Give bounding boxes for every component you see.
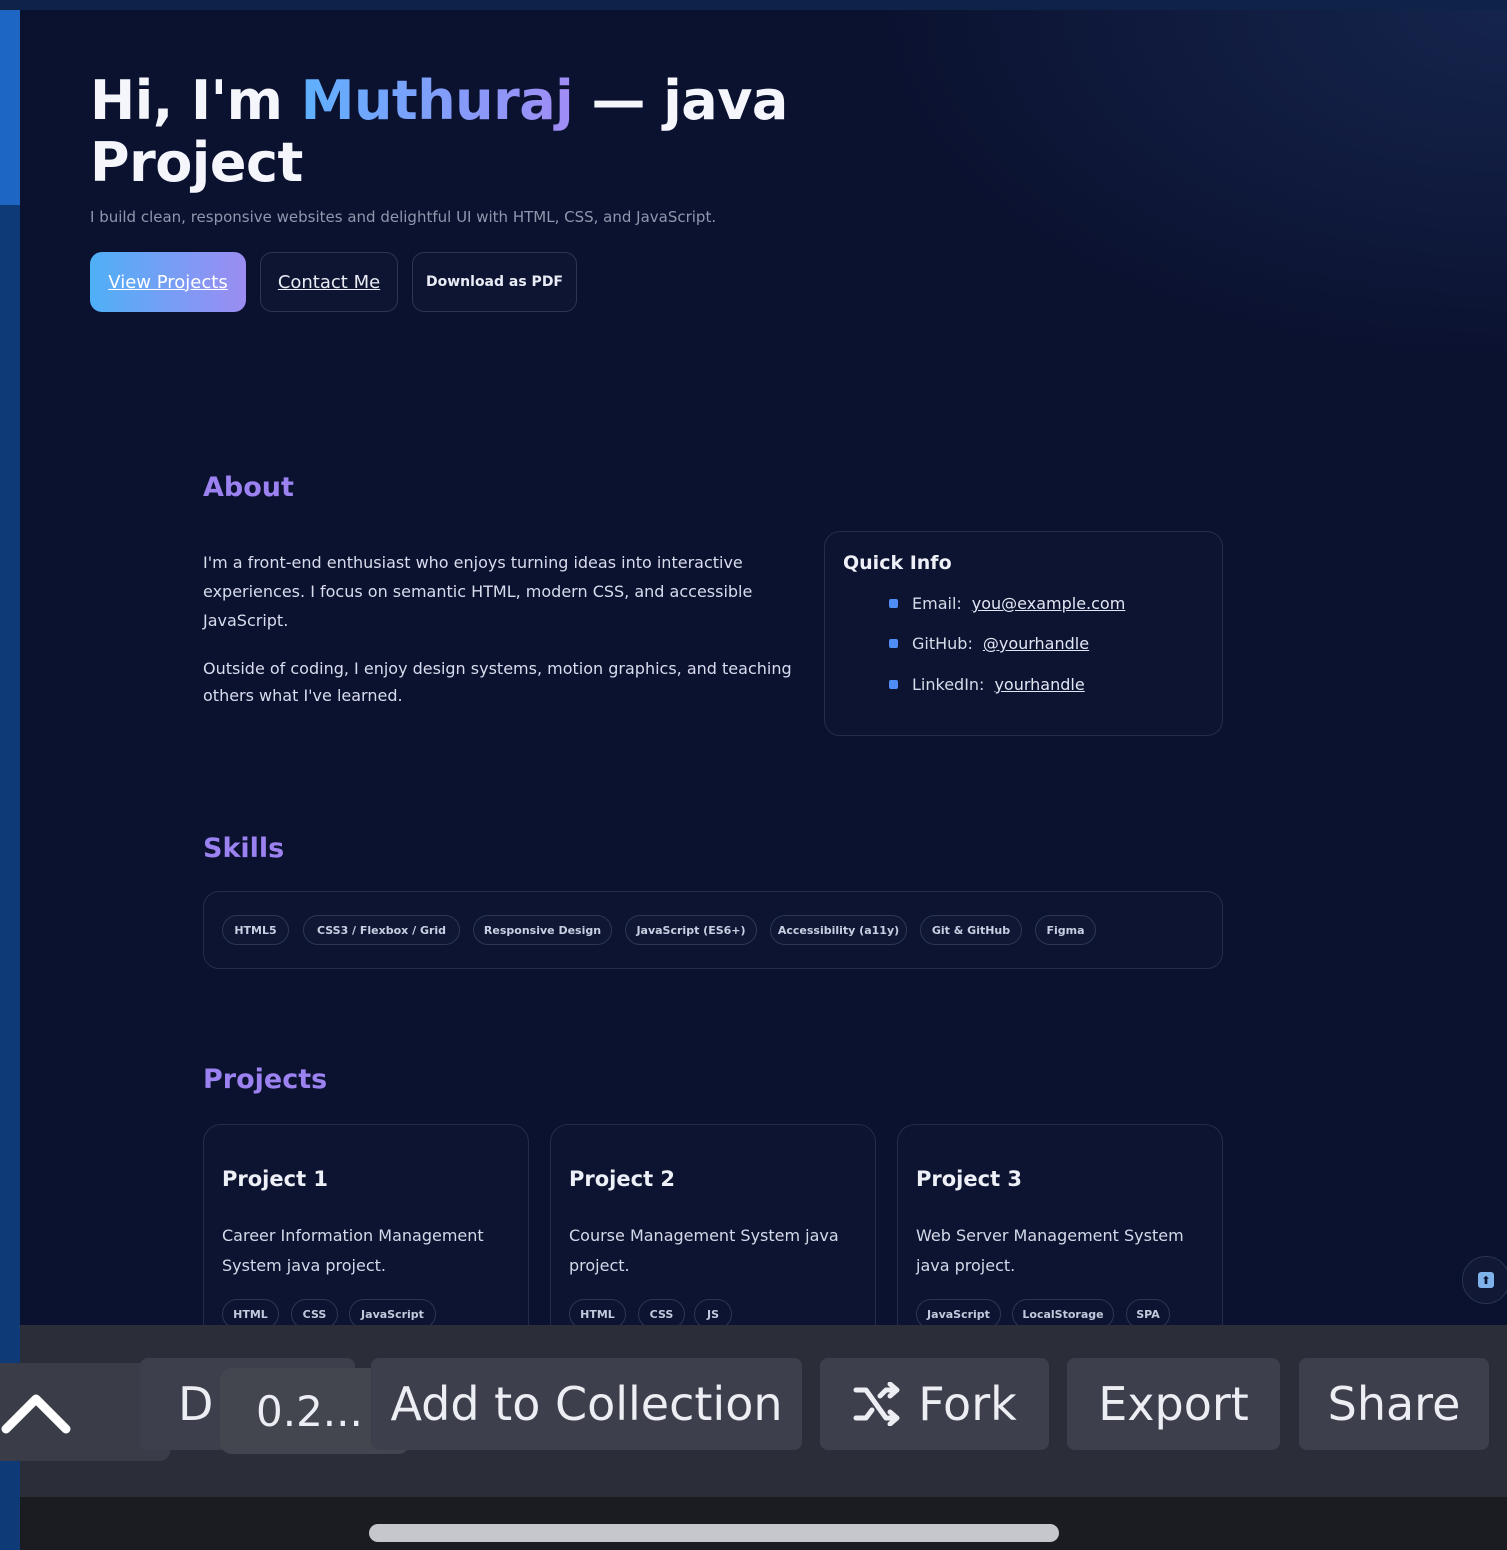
fork-icon xyxy=(852,1382,902,1426)
project-description: Web Server Management System java projec… xyxy=(916,1226,1184,1275)
project-tag: LocalStorage xyxy=(1012,1299,1114,1325)
project-card-1[interactable]: Project 1 Career Information Management … xyxy=(203,1124,529,1325)
project-tag: JavaScript xyxy=(916,1299,1001,1325)
skill-chip: Figma xyxy=(1035,915,1096,945)
bullet-icon xyxy=(889,639,898,648)
hero-name: Muthuraj xyxy=(300,69,574,132)
bullet-icon xyxy=(889,680,898,689)
email-link[interactable]: you@example.com xyxy=(972,594,1126,613)
quick-info-github-label: GitHub: xyxy=(912,634,973,653)
project-title: Project 2 xyxy=(569,1167,676,1191)
hero-title: Hi, I'm Muthuraj — java Project xyxy=(90,70,850,194)
project-tag: JS xyxy=(694,1299,732,1325)
project-tag: SPA xyxy=(1126,1299,1170,1325)
back-to-top-button[interactable]: ⬆ xyxy=(1462,1256,1507,1304)
project-card-3[interactable]: Project 3 Web Server Management System j… xyxy=(897,1124,1223,1325)
quick-info-linkedin-label: LinkedIn: xyxy=(912,675,985,694)
left-edge-strip xyxy=(0,0,20,1550)
about-paragraph-2: Outside of coding, I enjoy design system… xyxy=(203,659,792,705)
hero-title-suffix: — java xyxy=(573,69,788,132)
skill-chip: Git & GitHub xyxy=(920,915,1022,945)
hero-title-prefix: Hi, I'm xyxy=(90,69,301,132)
quick-info-linkedin: LinkedIn: yourhandle xyxy=(889,675,1085,694)
arrow-up-icon: ⬆ xyxy=(1478,1272,1494,1288)
fork-button[interactable]: Fork xyxy=(820,1358,1049,1450)
skills-heading: Skills xyxy=(203,833,285,864)
view-projects-button[interactable]: View Projects xyxy=(90,252,246,312)
bullet-icon xyxy=(889,599,898,608)
share-button[interactable]: Share xyxy=(1299,1358,1489,1450)
project-title: Project 3 xyxy=(916,1167,1023,1191)
project-tag: CSS xyxy=(291,1299,338,1325)
contact-me-button[interactable]: Contact Me xyxy=(260,252,398,312)
project-title: Project 1 xyxy=(222,1167,329,1191)
linkedin-link[interactable]: yourhandle xyxy=(994,675,1084,694)
project-card-2[interactable]: Project 2 Course Management System java … xyxy=(550,1124,876,1325)
skill-chip: HTML5 xyxy=(222,915,289,945)
project-tag: JavaScript xyxy=(349,1299,436,1325)
hero-title-line2: Project xyxy=(90,131,303,194)
preview-webview[interactable]: Hi, I'm Muthuraj — java Project I build c… xyxy=(20,10,1507,1325)
skills-card: HTML5 CSS3 / Flexbox / Grid Responsive D… xyxy=(203,891,1223,969)
skill-chip: JavaScript (ES6+) xyxy=(625,915,757,945)
add-to-collection-button[interactable]: Add to Collection xyxy=(371,1358,802,1450)
export-button[interactable]: Export xyxy=(1067,1358,1280,1450)
chevron-up-icon xyxy=(1,1394,71,1434)
projects-heading: Projects xyxy=(203,1064,328,1095)
project-tag: HTML xyxy=(222,1299,279,1325)
skill-chip: Accessibility (a11y) xyxy=(770,915,907,945)
left-edge-accent xyxy=(0,0,20,205)
skill-chip: CSS3 / Flexbox / Grid xyxy=(303,915,460,945)
quick-info-github: GitHub: @yourhandle xyxy=(889,634,1089,653)
fork-label: Fork xyxy=(918,1377,1017,1431)
github-link[interactable]: @yourhandle xyxy=(983,634,1089,653)
home-indicator[interactable] xyxy=(369,1524,1059,1542)
quick-info-email: Email: you@example.com xyxy=(889,594,1125,613)
skill-chip: Responsive Design xyxy=(473,915,612,945)
app-screen: Hi, I'm Muthuraj — java Project I build c… xyxy=(0,0,1507,1550)
project-tag: CSS xyxy=(638,1299,685,1325)
quick-info-card: Quick Info Email: you@example.com GitHub… xyxy=(824,531,1223,736)
project-tag: HTML xyxy=(569,1299,626,1325)
about-paragraph-1: I'm a front-end enthusiast who enjoys tu… xyxy=(203,553,753,630)
download-pdf-button[interactable]: Download as PDF xyxy=(412,252,577,312)
project-description: Course Management System java project. xyxy=(569,1226,839,1275)
top-status-strip xyxy=(0,0,1507,10)
quick-info-email-label: Email: xyxy=(912,594,962,613)
hero-subtitle: I build clean, responsive websites and d… xyxy=(90,208,717,226)
quick-info-title: Quick Info xyxy=(843,552,952,574)
project-description: Career Information Management System jav… xyxy=(222,1226,484,1275)
about-heading: About xyxy=(203,472,294,503)
